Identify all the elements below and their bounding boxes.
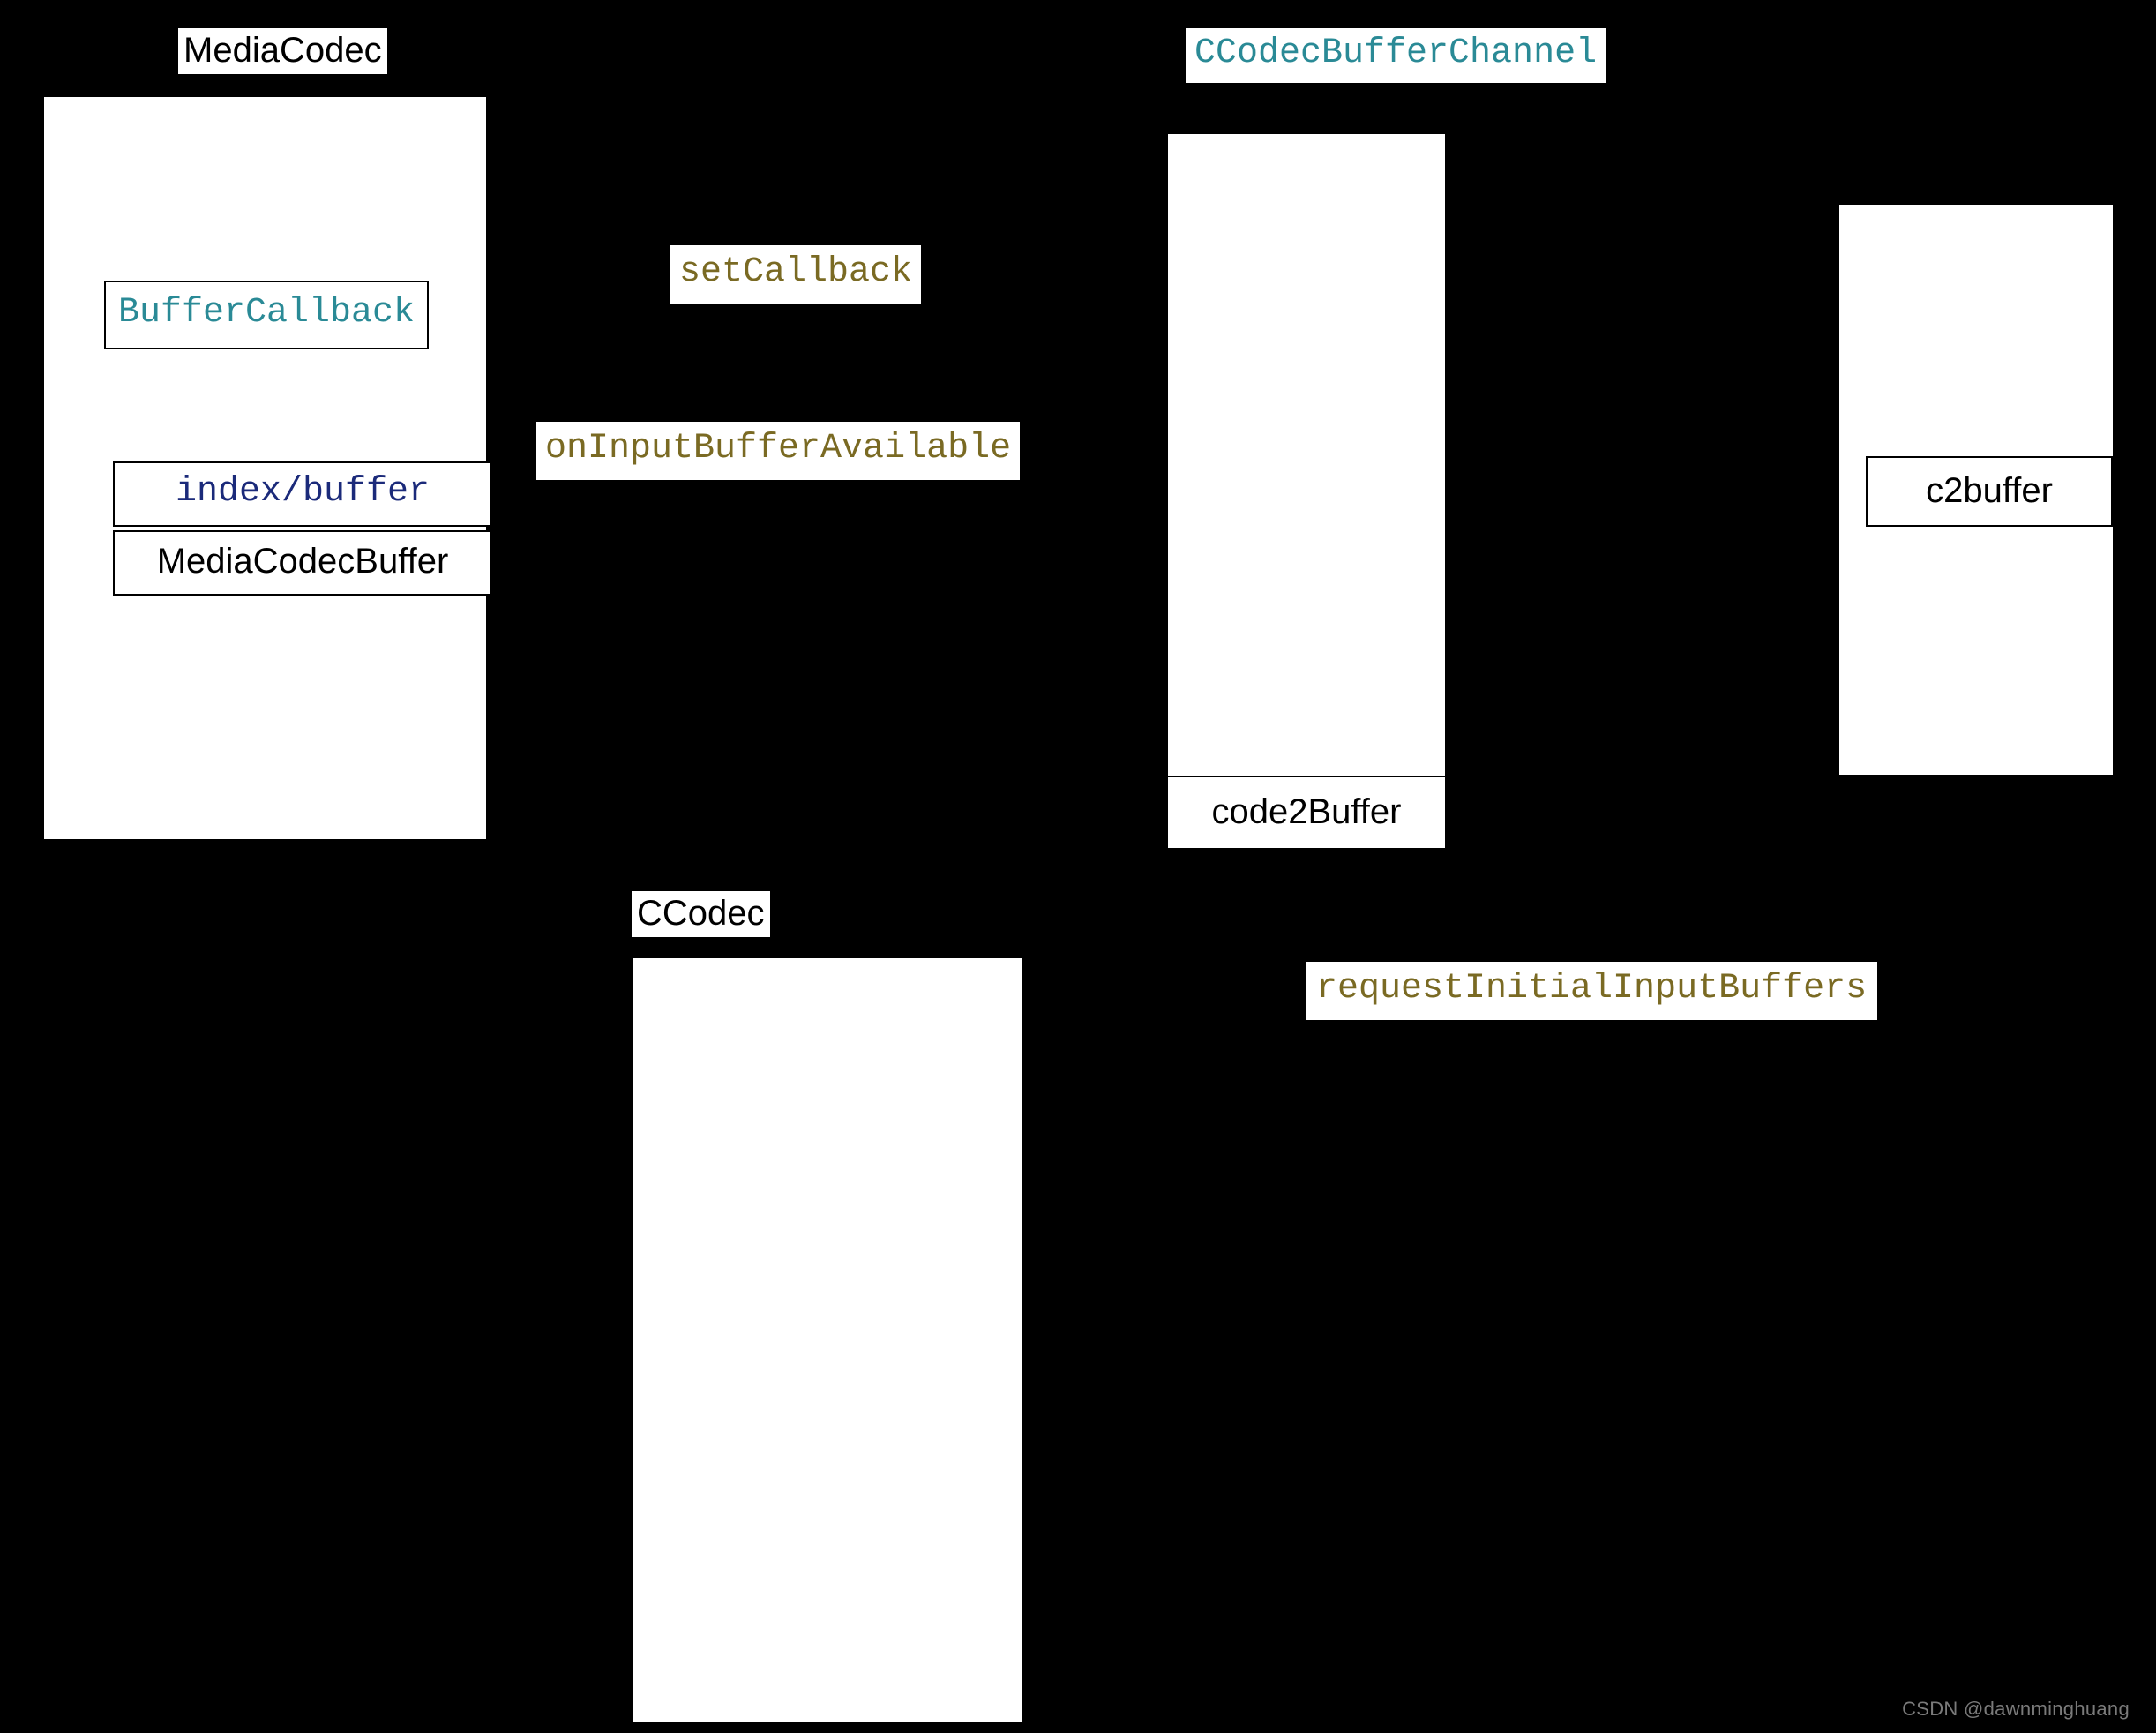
code2buffer-cell: code2Buffer — [1168, 776, 1445, 848]
mediacodec-title: MediaCodec — [178, 28, 387, 74]
index-buffer-cell: index/buffer — [113, 461, 492, 527]
set-callback-label: setCallback — [670, 245, 921, 304]
request-initial-input-buffers-label: requestInitialInputBuffers — [1306, 962, 1877, 1020]
on-input-buffer-available-label: onInputBufferAvailable — [536, 422, 1020, 480]
mediacodec-buffer-cell: MediaCodecBuffer — [113, 530, 492, 596]
watermark: CSDN @dawnminghuang — [1902, 1698, 2130, 1721]
ccodec-title: CCodec — [632, 891, 770, 937]
c2buffer-cell: c2buffer — [1866, 456, 2113, 527]
buffer-channel-box — [1166, 132, 1447, 847]
ccodec-box — [632, 957, 1024, 1724]
buffer-channel-title: CCodecBufferChannel — [1186, 28, 1606, 83]
buffer-callback-cell: BufferCallback — [104, 281, 429, 349]
